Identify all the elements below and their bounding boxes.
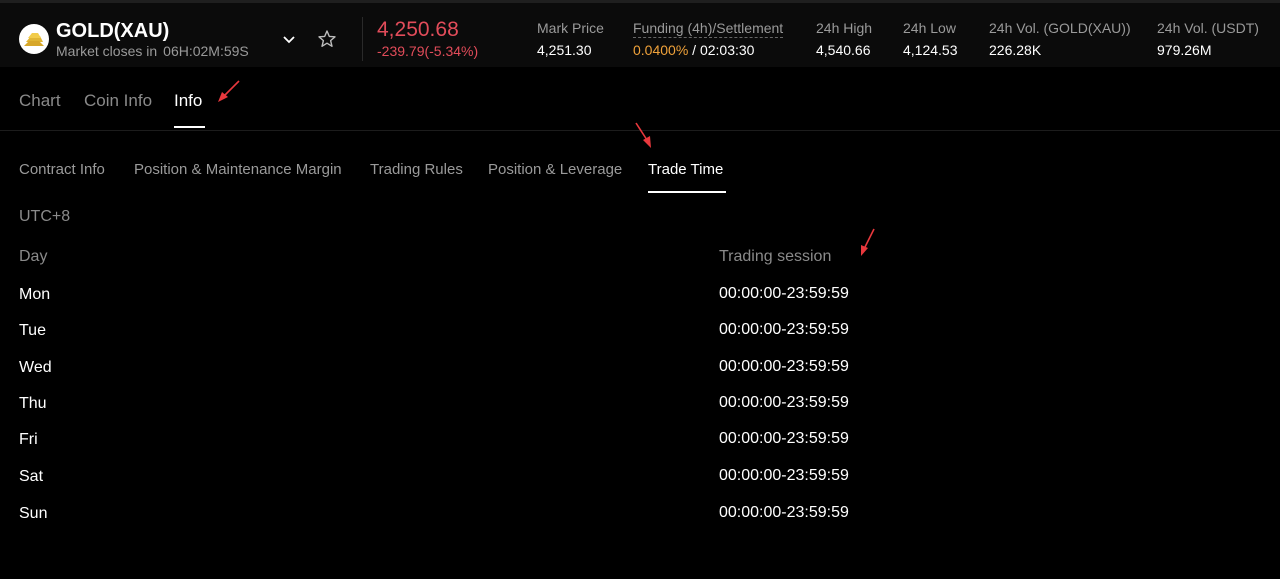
- symbol-title: GOLD(XAU): [56, 20, 170, 42]
- table-row-session: 00:00:00-23:59:59: [719, 321, 849, 338]
- funding-stat[interactable]: Funding (4h)/Settlement 0.0400% / 02:03:…: [633, 20, 784, 58]
- funding-separator: /: [688, 42, 700, 58]
- table-row-day: Fri: [19, 431, 38, 448]
- high-label: 24h High: [816, 20, 873, 36]
- tab-info[interactable]: Info: [174, 91, 202, 111]
- funding-label[interactable]: Funding (4h)/Settlement: [633, 20, 784, 38]
- last-price: 4,250.68: [377, 18, 459, 41]
- active-subtab-indicator: [648, 191, 726, 193]
- tab-chart[interactable]: Chart: [19, 91, 61, 111]
- chevron-down-icon[interactable]: [282, 32, 296, 46]
- mark-price-value: 4,251.30: [537, 42, 592, 58]
- table-row-session: 00:00:00-23:59:59: [719, 358, 849, 375]
- subtab-contract-info[interactable]: Contract Info: [19, 161, 105, 178]
- table-row-day: Mon: [19, 286, 51, 303]
- volume-quote-label: 24h Vol. (USDT): [1157, 20, 1259, 36]
- active-tab-indicator: [174, 126, 205, 128]
- table-row-session: 00:00:00-23:59:59: [719, 394, 849, 411]
- subtab-trading-rules[interactable]: Trading Rules: [370, 161, 463, 178]
- table-row-session: 00:00:00-23:59:59: [719, 285, 849, 302]
- table-row-day: Sun: [19, 505, 48, 522]
- funding-rate: 0.0400%: [633, 42, 689, 58]
- table-row-session: 00:00:00-23:59:59: [719, 504, 849, 521]
- ticker-header: GOLD(XAU) Market closes in 06H:02M:59S 4,…: [0, 0, 1280, 67]
- volume-base-value: 226.28K: [989, 42, 1042, 58]
- low-value: 4,124.53: [903, 42, 958, 58]
- table-row-session: 00:00:00-23:59:59: [719, 467, 849, 484]
- table-row-day: Tue: [19, 322, 46, 339]
- tab-coin-info[interactable]: Coin Info: [84, 91, 152, 111]
- low-label: 24h Low: [903, 20, 956, 36]
- mark-price-stat: Mark Price 4,251.30: [537, 20, 604, 58]
- mark-price-label: Mark Price: [537, 20, 604, 36]
- market-closes-label: Market closes in: [56, 43, 158, 59]
- low-stat: 24h Low 4,124.53: [903, 20, 958, 58]
- subtab-trade-time[interactable]: Trade Time: [648, 161, 723, 178]
- settlement-countdown: 02:03:30: [699, 42, 755, 58]
- high-value: 4,540.66: [816, 42, 871, 58]
- subtab-position-maintenance-margin[interactable]: Position & Maintenance Margin: [134, 161, 342, 178]
- market-closes-text: Market closes in 06H:02M:59S: [56, 43, 249, 59]
- table-row-day: Thu: [19, 395, 47, 412]
- timezone-label: UTC+8: [19, 208, 71, 225]
- header-divider: [362, 17, 363, 61]
- volume-base-stat: 24h Vol. (GOLD(XAU)) 226.28K: [989, 20, 1131, 58]
- high-stat: 24h High 4,540.66: [816, 20, 872, 58]
- volume-quote-stat: 24h Vol. (USDT) 979.26M: [1157, 20, 1259, 58]
- gold-coin-icon: [19, 24, 49, 54]
- favorite-star-icon[interactable]: [317, 29, 337, 49]
- table-row-session: 00:00:00-23:59:59: [719, 430, 849, 447]
- market-closes-countdown: 06H:02M:59S: [163, 43, 249, 59]
- column-header-day: Day: [19, 248, 48, 265]
- price-change: -239.79(-5.34%): [377, 43, 479, 59]
- annotation-arrow-icon: [861, 228, 875, 256]
- volume-quote-value: 979.26M: [1157, 42, 1212, 58]
- column-header-trading-session: Trading session: [719, 248, 832, 265]
- table-row-day: Wed: [19, 359, 52, 376]
- table-row-day: Sat: [19, 468, 44, 485]
- annotation-arrow-icon: [218, 80, 240, 102]
- annotation-arrow-icon: [635, 122, 651, 148]
- subtab-position-leverage[interactable]: Position & Leverage: [488, 161, 622, 178]
- volume-base-label: 24h Vol. (GOLD(XAU)): [989, 20, 1131, 36]
